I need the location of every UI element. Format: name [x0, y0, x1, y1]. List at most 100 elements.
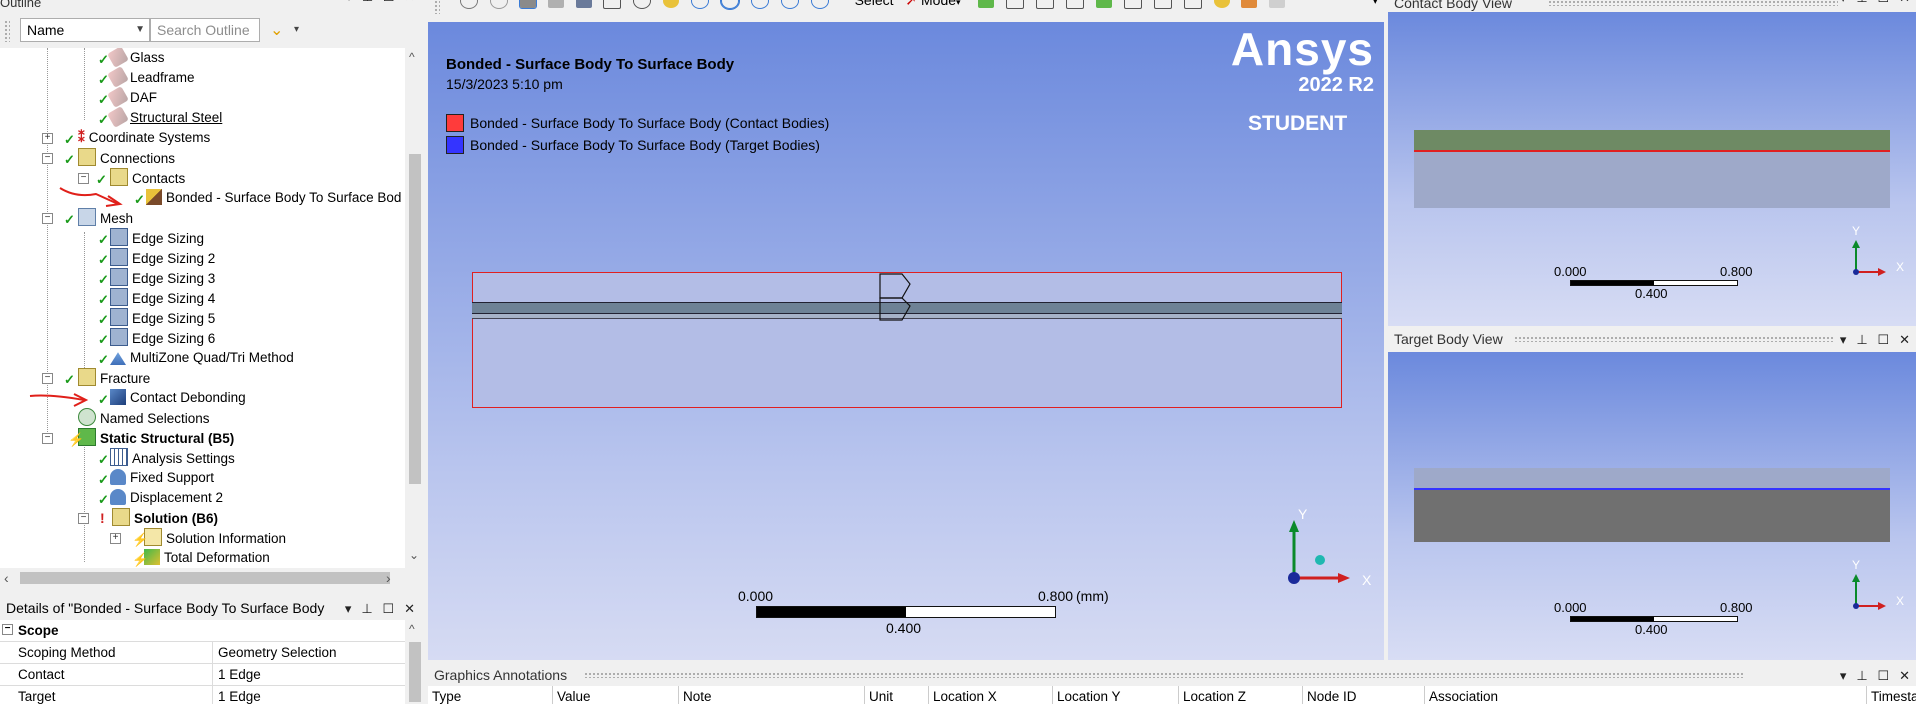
- previous-view-icon[interactable]: [780, 0, 799, 10]
- column-header-location-x[interactable]: Location X: [928, 686, 997, 704]
- collapse-minus-icon[interactable]: −: [42, 433, 53, 444]
- expand-plus-icon[interactable]: +: [42, 133, 53, 144]
- close-icon[interactable]: ✕: [1899, 332, 1910, 347]
- tree-item-coordinate-systems[interactable]: ✓ ⁑ Coordinate Systems: [54, 128, 210, 148]
- pin-icon[interactable]: ⊥: [361, 601, 372, 616]
- zoom-to-fit-icon[interactable]: [720, 0, 741, 11]
- solid-view-icon[interactable]: [518, 0, 537, 10]
- tree-item-leadframe[interactable]: ✓ Leadframe: [86, 66, 195, 88]
- toolbar-grip[interactable]: [434, 0, 440, 14]
- chevron-down-icon[interactable]: ▾: [956, 0, 961, 7]
- pan-icon[interactable]: [663, 0, 680, 9]
- zoom-out-icon[interactable]: [489, 0, 508, 10]
- maximize-icon[interactable]: ☐: [1878, 0, 1890, 5]
- tree-item-solution[interactable]: ! Solution (B6): [90, 508, 218, 528]
- expand-chevron-icon[interactable]: ⌄: [270, 20, 283, 40]
- contact-body-viewport[interactable]: Y X 0.000 0.800 0.400: [1388, 12, 1916, 330]
- dropdown-icon[interactable]: ▾: [1840, 0, 1847, 5]
- tree-item-fracture[interactable]: ✓ Fracture: [54, 368, 150, 388]
- tree-item-edge-sizing-2[interactable]: ✓ Edge Sizing 2: [86, 248, 215, 268]
- column-header-location-y[interactable]: Location Y: [1052, 686, 1121, 704]
- collapse-minus-icon[interactable]: −: [42, 373, 53, 384]
- target-body-viewport[interactable]: Y X 0.000 0.800 0.400: [1388, 352, 1916, 660]
- chevron-down-icon[interactable]: ▼: [135, 19, 145, 41]
- wireframe-icon[interactable]: [547, 0, 564, 9]
- tree-vertical-scrollbar[interactable]: ^ ⌄: [405, 48, 425, 568]
- maximize-icon[interactable]: ☐: [1878, 668, 1890, 683]
- select-face-icon[interactable]: [1036, 0, 1055, 10]
- close-icon[interactable]: ✕: [404, 601, 415, 616]
- display-style-icon[interactable]: [575, 0, 592, 9]
- select-mesh-icon[interactable]: [1183, 0, 1202, 10]
- tree-item-analysis-settings[interactable]: ✓ Analysis Settings: [86, 448, 235, 468]
- tree-item-edge-sizing-6[interactable]: ✓ Edge Sizing 6: [86, 328, 215, 348]
- target-body-shape[interactable]: [1414, 490, 1890, 542]
- select-edge-icon[interactable]: [1006, 0, 1025, 10]
- mode-dropdown[interactable]: Mode: [921, 0, 956, 8]
- tree-item-glass[interactable]: ✓ Glass: [86, 48, 165, 68]
- scroll-right-icon[interactable]: ›: [386, 570, 391, 586]
- graphics-viewport[interactable]: Bonded - Surface Body To Surface Body 15…: [428, 22, 1384, 660]
- toolbar-overflow-icon[interactable]: ▾: [1372, 0, 1378, 7]
- dropdown-icon[interactable]: ▾: [1840, 668, 1847, 683]
- tree-item-edge-sizing[interactable]: ✓ Edge Sizing: [86, 228, 204, 248]
- box-zoom-icon[interactable]: [603, 0, 622, 10]
- tree-item-bonded-contact[interactable]: ✓ Bonded - Surface Body To Surface Bod: [122, 188, 401, 208]
- tree-item-multizone[interactable]: ✓ MultiZone Quad/Tri Method: [86, 348, 294, 368]
- select-element-icon[interactable]: [1123, 0, 1142, 10]
- sparkle-icon[interactable]: [1213, 0, 1230, 9]
- collapse-minus-icon[interactable]: −: [42, 153, 53, 164]
- maximize-icon[interactable]: ☐: [383, 601, 395, 616]
- dropdown-icon[interactable]: ▾: [345, 601, 352, 616]
- pin-icon[interactable]: ⊥: [362, 0, 373, 4]
- column-header-timestamp[interactable]: Timesta: [1866, 686, 1916, 704]
- maximize-icon[interactable]: ☐: [1878, 332, 1890, 347]
- scroll-thumb[interactable]: [20, 572, 390, 584]
- column-header-type[interactable]: Type: [428, 686, 461, 704]
- tree-item-fixed-support[interactable]: ✓ Fixed Support: [86, 468, 214, 488]
- select-node-icon[interactable]: [1096, 0, 1113, 9]
- pin-icon[interactable]: ⊥: [1856, 0, 1867, 5]
- column-header-unit[interactable]: Unit: [864, 686, 893, 704]
- rotate-icon[interactable]: [633, 0, 652, 10]
- collapse-minus-icon[interactable]: −: [78, 513, 89, 524]
- zoom-in-icon[interactable]: [460, 0, 478, 10]
- column-header-association[interactable]: Association: [1424, 686, 1498, 704]
- details-row-target[interactable]: Target 1 Edge: [0, 686, 405, 704]
- select-body-icon[interactable]: [1066, 0, 1085, 10]
- flag-icon[interactable]: [1241, 0, 1258, 9]
- toolbar-grip[interactable]: [4, 20, 10, 42]
- details-section-scope[interactable]: − Scope: [0, 620, 405, 642]
- tree-item-daf[interactable]: ✓ DAF: [86, 86, 157, 108]
- dropdown-icon[interactable]: ▾: [1840, 332, 1847, 347]
- close-icon[interactable]: ✕: [1899, 0, 1910, 5]
- scroll-up-icon[interactable]: ^: [409, 622, 415, 636]
- collapse-minus-icon[interactable]: −: [42, 213, 53, 224]
- column-header-location-z[interactable]: Location Z: [1178, 686, 1246, 704]
- tree-item-total-deformation[interactable]: ⚡ Total Deformation: [122, 548, 270, 568]
- tree-item-displacement-2[interactable]: ✓ Displacement 2: [86, 488, 223, 508]
- select-element-face-icon[interactable]: [1153, 0, 1172, 10]
- tree-item-static-structural[interactable]: ⚡ Static Structural (B5): [54, 428, 234, 448]
- tree-horizontal-scrollbar[interactable]: ‹ ›: [0, 568, 425, 588]
- zoom-icon[interactable]: [691, 0, 710, 10]
- select-vertex-icon[interactable]: [978, 0, 995, 9]
- scroll-thumb[interactable]: [409, 154, 421, 484]
- tree-item-edge-sizing-3[interactable]: ✓ Edge Sizing 3: [86, 268, 215, 288]
- close-icon[interactable]: ✕: [404, 0, 415, 4]
- expand-plus-icon[interactable]: +: [110, 533, 121, 544]
- pin-icon[interactable]: ⊥: [1856, 332, 1867, 347]
- magnifier-icon[interactable]: [750, 0, 769, 10]
- close-icon[interactable]: ✕: [1899, 668, 1910, 683]
- scroll-down-icon[interactable]: ⌄: [409, 548, 419, 562]
- scroll-up-icon[interactable]: ^: [409, 50, 415, 64]
- small-dropdown-icon[interactable]: ▾: [294, 24, 299, 35]
- tree-item-solution-information[interactable]: ⚡ Solution Information: [122, 528, 286, 548]
- scroll-left-icon[interactable]: ‹: [4, 570, 9, 586]
- filter-combobox[interactable]: Name ▼: [20, 18, 150, 42]
- clear-icon[interactable]: [1269, 0, 1286, 9]
- maximize-icon[interactable]: ☐: [383, 0, 395, 4]
- contact-body-shape[interactable]: [1414, 130, 1890, 152]
- tree-item-contact-debonding[interactable]: ✓ Contact Debonding: [86, 388, 246, 408]
- details-row-scoping-method[interactable]: Scoping Method Geometry Selection: [0, 642, 405, 664]
